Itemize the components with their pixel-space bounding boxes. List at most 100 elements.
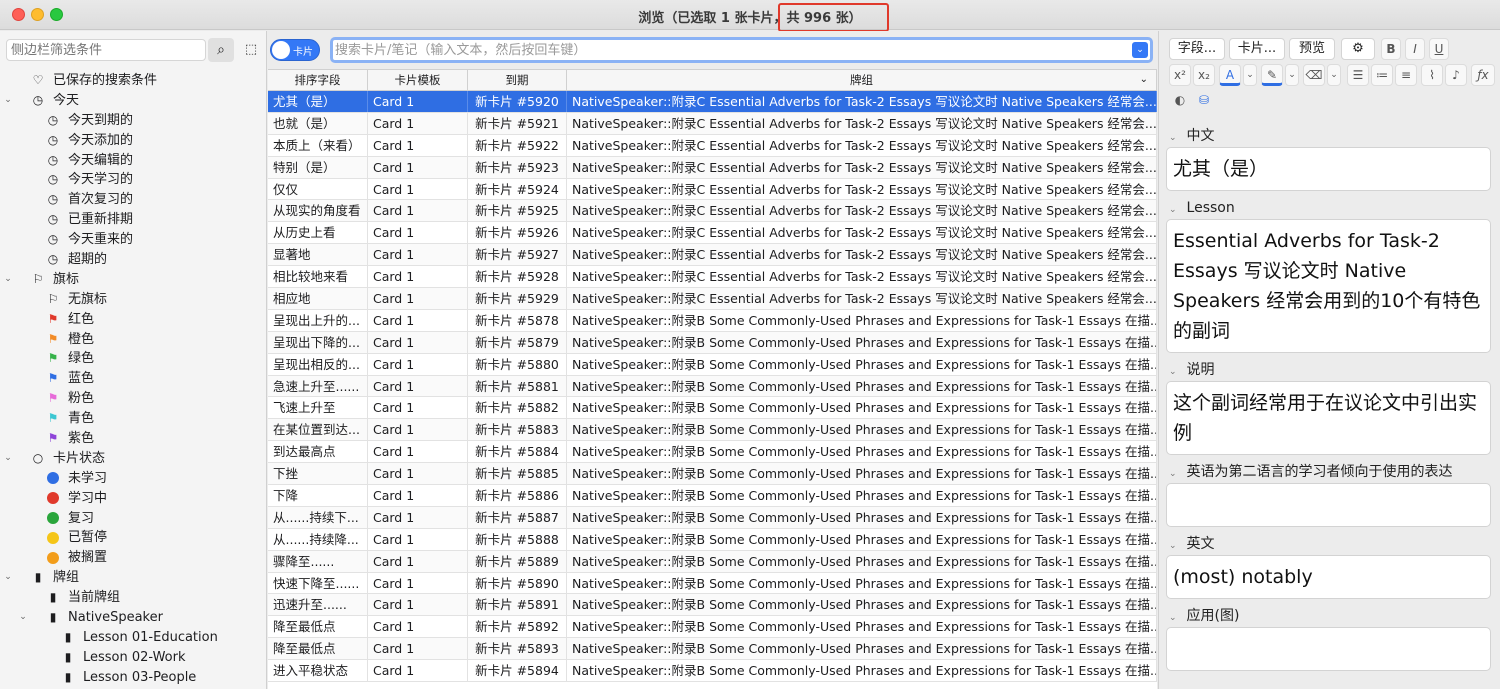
sidebar-item[interactable]: ◷ 今天编辑的 xyxy=(0,151,267,171)
sidebar-search-button[interactable]: ⌕ xyxy=(208,38,234,62)
clear-format-dropdown[interactable]: ⌄ xyxy=(1327,64,1341,86)
table-row[interactable]: 特别（是） Card 1 新卡片 #5923 NativeSpeaker::附录C E… xyxy=(268,156,1157,179)
table-row[interactable]: 降至最低点 Card 1 新卡片 #5892 NativeSpeaker::附录B S… xyxy=(268,616,1157,639)
record-audio-button[interactable]: ♪ xyxy=(1445,64,1467,86)
table-row[interactable]: 从......持续下... Card 1 新卡片 #5887 NativeSpeake… xyxy=(268,506,1157,529)
chevron-down-icon[interactable]: ⌄ xyxy=(1169,205,1177,215)
sidebar-item[interactable]: ▮ Lesson 03-People xyxy=(0,668,267,688)
field-label[interactable]: ⌄ Lesson xyxy=(1159,197,1500,219)
clear-format-button[interactable]: ⌫ xyxy=(1303,64,1325,86)
text-color-button[interactable]: A xyxy=(1219,64,1241,86)
sidebar-item[interactable]: ⌄ ◷ 今天 xyxy=(0,91,267,111)
field-editor[interactable]: 尤其（是） xyxy=(1166,147,1491,191)
field-label[interactable]: ⌄ 中文 xyxy=(1159,125,1500,147)
superscript-button[interactable]: x² xyxy=(1169,64,1191,86)
sidebar-item[interactable]: 复习 xyxy=(0,509,267,529)
table-row[interactable]: 飞速上升至 Card 1 新卡片 #5882 NativeSpeaker::附录B S… xyxy=(268,397,1157,420)
column-header-card-template[interactable]: 卡片模板 xyxy=(368,70,468,90)
chevron-down-icon[interactable]: ⌄ xyxy=(2,270,14,290)
table-row[interactable]: 急速上升至...... Card 1 新卡片 #5881 NativeSpeaker:… xyxy=(268,375,1157,398)
column-header-due[interactable]: 到期 xyxy=(468,70,567,90)
table-row[interactable]: 到达最高点 Card 1 新卡片 #5884 NativeSpeaker::附录B S… xyxy=(268,441,1157,464)
highlight-dropdown[interactable]: ⌄ xyxy=(1285,64,1299,86)
column-header-deck[interactable]: 牌组 ⌄ xyxy=(567,70,1157,90)
sidebar-item[interactable]: ◷ 今天重来的 xyxy=(0,230,267,250)
sidebar-item[interactable]: ⚐ 无旗标 xyxy=(0,290,267,310)
chevron-down-icon[interactable]: ⌄ xyxy=(1169,367,1177,377)
sidebar-item[interactable]: ◷ 今天学习的 xyxy=(0,170,267,190)
field-label[interactable]: ⌄ 英文 xyxy=(1159,533,1500,555)
table-row[interactable]: 呈现出相反的... Card 1 新卡片 #5880 NativeSpeaker::附… xyxy=(268,353,1157,376)
editor-settings-button[interactable]: ⚙ xyxy=(1341,38,1375,60)
preview-button[interactable]: 预览 xyxy=(1289,38,1335,60)
field-label[interactable]: ⌄ 英语为第二语言的学习者倾向于使用的表达 xyxy=(1159,461,1500,483)
sidebar-item[interactable]: ◷ 已重新排期 xyxy=(0,210,267,230)
sidebar-select-tool-button[interactable]: ⬚ xyxy=(240,38,262,62)
card-search-input[interactable] xyxy=(335,41,1125,59)
sidebar-item[interactable]: ◷ 首次复习的 xyxy=(0,190,267,210)
cards-button[interactable]: 卡片... xyxy=(1229,38,1285,60)
sidebar-item[interactable]: ⌄ ▮ 牌组 xyxy=(0,568,267,588)
sidebar-item[interactable]: ◷ 今天添加的 xyxy=(0,131,267,151)
table-row[interactable]: 仅仅 Card 1 新卡片 #5924 NativeSpeaker::附录C Esse… xyxy=(268,178,1157,201)
bullet-list-button[interactable]: ☰ xyxy=(1347,64,1369,86)
sidebar-item[interactable]: ◷ 超期的 xyxy=(0,250,267,270)
subscript-button[interactable]: x₂ xyxy=(1193,64,1215,86)
table-row[interactable]: 相应地 Card 1 新卡片 #5929 NativeSpeaker::附录C Ess… xyxy=(268,288,1157,310)
sidebar-filter-input[interactable] xyxy=(6,39,206,61)
table-row[interactable]: 骤降至...... Card 1 新卡片 #5889 NativeSpeaker::附… xyxy=(268,550,1157,573)
column-header-sort-field[interactable]: 排序字段 xyxy=(268,70,368,90)
table-row[interactable]: 本质上（来看） Card 1 新卡片 #5922 NativeSpeaker::附录C… xyxy=(268,134,1157,157)
sidebar-item[interactable]: 未学习 xyxy=(0,469,267,489)
table-row[interactable]: 降至最低点 Card 1 新卡片 #5893 NativeSpeaker::附录B S… xyxy=(268,638,1157,661)
sidebar-item[interactable]: ⚑ 粉色 xyxy=(0,389,267,409)
fields-button[interactable]: 字段... xyxy=(1169,38,1225,60)
table-row[interactable]: 呈现出下降的... Card 1 新卡片 #5879 NativeSpeaker::附… xyxy=(268,331,1157,354)
addon-button-1[interactable]: ◐ xyxy=(1169,90,1191,112)
sidebar-item[interactable]: ⚑ 紫色 xyxy=(0,429,267,449)
field-editor[interactable]: Essential Adverbs for Task-2 Essays 写议论文… xyxy=(1166,219,1491,353)
table-row[interactable]: 从现实的角度看 Card 1 新卡片 #5925 NativeSpeaker::附录C… xyxy=(268,200,1157,223)
table-row[interactable]: 呈现出上升的... Card 1 新卡片 #5878 NativeSpeaker::附… xyxy=(268,309,1157,332)
table-row[interactable]: 也就（是） Card 1 新卡片 #5921 NativeSpeaker::附录C E… xyxy=(268,112,1157,135)
align-button[interactable]: ≡ xyxy=(1395,64,1417,86)
chevron-down-icon[interactable]: ⌄ xyxy=(1169,541,1177,551)
chevron-down-icon[interactable]: ⌄ xyxy=(1169,133,1177,143)
sidebar-item[interactable]: ⌄ ○ 卡片状态 xyxy=(0,449,267,469)
sidebar-item[interactable]: ♡ 已保存的搜索条件 xyxy=(0,71,267,91)
sidebar-item[interactable]: ▮ 当前牌组 xyxy=(0,588,267,608)
numbered-list-button[interactable]: ≔ xyxy=(1371,64,1393,86)
attach-button[interactable]: ⌇ xyxy=(1421,64,1443,86)
table-row[interactable]: 尤其（是） Card 1 新卡片 #5920 NativeSpeaker::附录C E… xyxy=(268,91,1157,113)
table-row[interactable]: 快速下降至...... Card 1 新卡片 #5890 NativeSpeaker:… xyxy=(268,572,1157,595)
sidebar-item[interactable]: ⌄ ▮ NativeSpeaker xyxy=(0,608,267,628)
addon-button-2[interactable]: ⛁ xyxy=(1193,90,1215,112)
field-editor[interactable]: 这个副词经常用于在议论文中引出实例 xyxy=(1166,381,1491,455)
sidebar-item[interactable]: 被搁置 xyxy=(0,548,267,568)
sidebar-item[interactable]: ▮ Lesson 01-Education xyxy=(0,628,267,648)
table-row[interactable]: 下降 Card 1 新卡片 #5886 NativeSpeaker::附录B Some… xyxy=(268,485,1157,507)
field-editor[interactable] xyxy=(1166,627,1491,671)
sidebar-item[interactable]: 已暂停 xyxy=(0,528,267,548)
sidebar-item[interactable]: ⌄ ⚐ 旗标 xyxy=(0,270,267,290)
chevron-down-icon[interactable]: ⌄ xyxy=(2,568,14,588)
table-row[interactable]: 迅速升至...... Card 1 新卡片 #5891 NativeSpeaker::… xyxy=(268,594,1157,617)
table-row[interactable]: 相比较地来看 Card 1 新卡片 #5928 NativeSpeaker::附录C … xyxy=(268,266,1157,289)
sidebar-item[interactable]: ⚑ 红色 xyxy=(0,310,267,330)
field-label[interactable]: ⌄ 应用(图) xyxy=(1159,605,1500,627)
table-row[interactable]: 在某位置到达... Card 1 新卡片 #5883 NativeSpeaker::附… xyxy=(268,419,1157,442)
chevron-down-icon[interactable]: ⌄ xyxy=(2,449,14,469)
sidebar-item[interactable]: ◷ 今天到期的 xyxy=(0,111,267,131)
sidebar-item[interactable]: ⚑ 青色 xyxy=(0,409,267,429)
bold-button[interactable]: B xyxy=(1381,38,1401,60)
sidebar-item[interactable]: ▮ Lesson 02-Work xyxy=(0,648,267,668)
field-editor[interactable]: (most) notably xyxy=(1166,555,1491,599)
sidebar-item[interactable]: 学习中 xyxy=(0,489,267,509)
search-history-dropdown[interactable]: ⌄ xyxy=(1132,42,1148,58)
sidebar-item[interactable]: ⚑ 蓝色 xyxy=(0,369,267,389)
field-label[interactable]: ⌄ 说明 xyxy=(1159,359,1500,381)
italic-button[interactable]: I xyxy=(1405,38,1425,60)
sidebar-item[interactable]: ⚑ 绿色 xyxy=(0,349,267,369)
table-row[interactable]: 显著地 Card 1 新卡片 #5927 NativeSpeaker::附录C Ess… xyxy=(268,244,1157,267)
table-row[interactable]: 下挫 Card 1 新卡片 #5885 NativeSpeaker::附录B Some… xyxy=(268,463,1157,486)
